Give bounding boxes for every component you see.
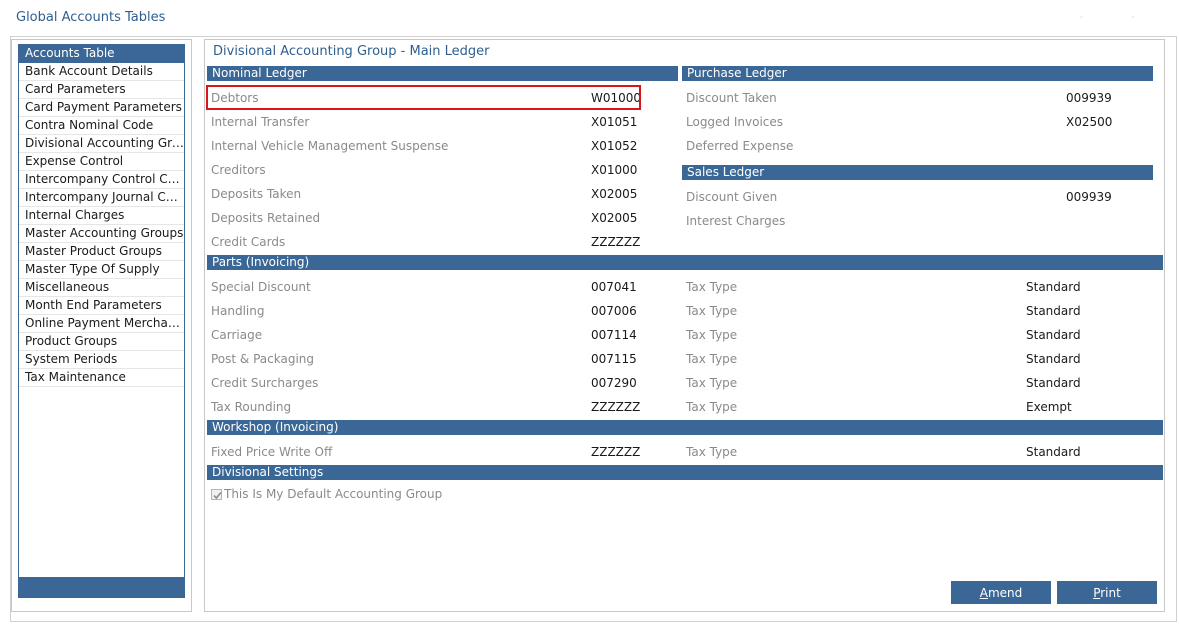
creditors-value[interactable]: X01000 bbox=[591, 163, 637, 177]
tax-type-value[interactable]: Standard bbox=[1026, 280, 1081, 294]
credit-cards-label: Credit Cards bbox=[211, 235, 286, 249]
nominal-ledger-header: Nominal Ledger bbox=[207, 66, 678, 81]
deposits-taken-label: Deposits Taken bbox=[211, 187, 302, 201]
tax-type-label: Tax Type bbox=[686, 328, 738, 342]
internal-transfer-value[interactable]: X01051 bbox=[591, 115, 637, 129]
nav-item-expense-control[interactable]: Expense Control bbox=[19, 153, 184, 171]
creditors-label: Creditors bbox=[211, 163, 266, 177]
nav-item-internal-charges[interactable]: Internal Charges bbox=[19, 207, 184, 225]
purchase-ledger-header: Purchase Ledger bbox=[682, 66, 1153, 81]
tax-rounding-label: Tax Rounding bbox=[211, 400, 292, 414]
nav-item-intercompany-journal-codes[interactable]: Intercompany Journal Codes bbox=[19, 189, 184, 207]
amend-button[interactable]: Amend bbox=[951, 581, 1051, 604]
credit-surcharges-label: Credit Surcharges bbox=[211, 376, 319, 390]
special-discount-value[interactable]: 007041 bbox=[591, 280, 637, 294]
workshop-invoicing-header: Workshop (Invoicing) bbox=[207, 420, 1163, 435]
default-group-checkbox[interactable] bbox=[211, 489, 222, 500]
debtors-highlight bbox=[206, 85, 641, 110]
tax-type-value[interactable]: Standard bbox=[1026, 376, 1081, 390]
discount-taken-value[interactable]: 009939 bbox=[1066, 91, 1112, 105]
post-packaging-label: Post & Packaging bbox=[211, 352, 315, 366]
nav-item-product-groups[interactable]: Product Groups bbox=[19, 333, 184, 351]
discount-given-value[interactable]: 009939 bbox=[1066, 190, 1112, 204]
list-footer-bar bbox=[19, 577, 184, 597]
tax-type-label: Tax Type bbox=[686, 304, 738, 318]
tax-type-value[interactable]: Exempt bbox=[1026, 400, 1072, 414]
deposits-retained-label: Deposits Retained bbox=[211, 211, 321, 225]
nav-item-master-product-groups[interactable]: Master Product Groups bbox=[19, 243, 184, 261]
tax-type-label: Tax Type bbox=[686, 376, 738, 390]
accounts-table-list: Accounts Table Bank Account Details Card… bbox=[18, 44, 185, 598]
tax-type-label: Tax Type bbox=[686, 445, 738, 459]
deposits-retained-value[interactable]: X02005 bbox=[591, 211, 637, 225]
main-panel bbox=[204, 39, 1165, 612]
internal-transfer-label: Internal Transfer bbox=[211, 115, 310, 129]
handling-label: Handling bbox=[211, 304, 265, 318]
tax-type-label: Tax Type bbox=[686, 352, 738, 366]
carriage-value[interactable]: 007114 bbox=[591, 328, 637, 342]
credit-surcharges-value[interactable]: 007290 bbox=[591, 376, 637, 390]
tax-type-value[interactable]: Standard bbox=[1026, 352, 1081, 366]
nav-item-month-end-parameters[interactable]: Month End Parameters bbox=[19, 297, 184, 315]
fixed-price-write-off-label: Fixed Price Write Off bbox=[211, 445, 333, 459]
print-button[interactable]: Print bbox=[1057, 581, 1157, 604]
ivm-suspense-value[interactable]: X01052 bbox=[591, 139, 637, 153]
fixed-price-write-off-value[interactable]: ZZZZZZ bbox=[591, 445, 640, 459]
nav-item-system-periods[interactable]: System Periods bbox=[19, 351, 184, 369]
discount-given-label: Discount Given bbox=[686, 190, 778, 204]
logged-invoices-value[interactable]: X02500 bbox=[1066, 115, 1112, 129]
tax-type-value[interactable]: Standard bbox=[1026, 328, 1081, 342]
handling-value[interactable]: 007006 bbox=[591, 304, 637, 318]
interest-charges-label: Interest Charges bbox=[686, 214, 786, 228]
special-discount-label: Special Discount bbox=[211, 280, 311, 294]
tax-rounding-value[interactable]: ZZZZZZ bbox=[591, 400, 640, 414]
tax-type-label: Tax Type bbox=[686, 400, 738, 414]
nav-item-tax-maintenance[interactable]: Tax Maintenance bbox=[19, 369, 184, 387]
nav-item-divisional-accounting-groups[interactable]: Divisional Accounting Grou... bbox=[19, 135, 184, 153]
sales-ledger-header: Sales Ledger bbox=[682, 165, 1153, 180]
nav-item-card-payment-parameters[interactable]: Card Payment Parameters bbox=[19, 99, 184, 117]
nav-item-online-payment-merchants[interactable]: Online Payment Merchants bbox=[19, 315, 184, 333]
page-title: Divisional Accounting Group - Main Ledge… bbox=[213, 44, 490, 59]
deposits-taken-value[interactable]: X02005 bbox=[591, 187, 637, 201]
nav-item-miscellaneous[interactable]: Miscellaneous bbox=[19, 279, 184, 297]
parts-invoicing-header: Parts (Invoicing) bbox=[207, 255, 1163, 270]
carriage-label: Carriage bbox=[211, 328, 263, 342]
tax-type-value[interactable]: Standard bbox=[1026, 304, 1081, 318]
credit-cards-value[interactable]: ZZZZZZ bbox=[591, 235, 640, 249]
window-title: Global Accounts Tables bbox=[16, 10, 166, 25]
ivm-suspense-label: Internal Vehicle Management Suspense bbox=[211, 139, 449, 153]
nav-item-bank-account-details[interactable]: Bank Account Details bbox=[19, 63, 184, 81]
tax-type-label: Tax Type bbox=[686, 280, 738, 294]
tax-type-value[interactable]: Standard bbox=[1026, 445, 1081, 459]
checkmark-icon bbox=[213, 491, 222, 500]
deferred-expense-label: Deferred Expense bbox=[686, 139, 794, 153]
nav-item-card-parameters[interactable]: Card Parameters bbox=[19, 81, 184, 99]
logged-invoices-label: Logged Invoices bbox=[686, 115, 784, 129]
post-packaging-value[interactable]: 007115 bbox=[591, 352, 637, 366]
nav-item-intercompany-control-codes[interactable]: Intercompany Control Codes bbox=[19, 171, 184, 189]
divisional-settings-header: Divisional Settings bbox=[207, 465, 1163, 480]
default-group-label: This Is My Default Accounting Group bbox=[224, 487, 443, 501]
window-controls[interactable]: ‐ ‐ bbox=[1080, 10, 1157, 23]
discount-taken-label: Discount Taken bbox=[686, 91, 777, 105]
nav-item-contra-nominal-code[interactable]: Contra Nominal Code bbox=[19, 117, 184, 135]
nav-item-master-accounting-groups[interactable]: Master Accounting Groups bbox=[19, 225, 184, 243]
nav-item-accounts-table[interactable]: Accounts Table bbox=[19, 45, 184, 63]
nav-item-master-type-of-supply[interactable]: Master Type Of Supply bbox=[19, 261, 184, 279]
